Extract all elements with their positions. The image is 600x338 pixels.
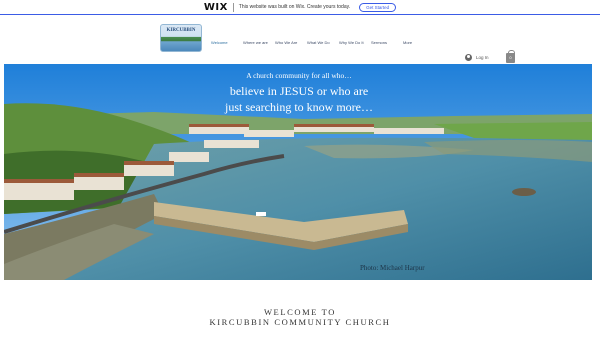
main-nav: Welcome Where we are Who We Are What We …	[211, 40, 435, 45]
wix-divider	[232, 2, 234, 12]
wix-logo[interactable]: WIX	[204, 2, 228, 13]
nav-where-we-are[interactable]: Where we are	[243, 40, 275, 45]
wix-message: This website was built on Wix. Create yo…	[238, 4, 351, 10]
nav-who-we-are[interactable]: Who We Are	[275, 40, 307, 45]
photo-credit: Photo: Michael Harpur	[360, 264, 425, 272]
get-started-button[interactable]: Get Started	[359, 2, 397, 12]
nav-welcome[interactable]: Welcome	[211, 40, 243, 45]
hero-banner: A church community for all who… believe …	[4, 64, 592, 280]
nav-sermons[interactable]: Sermons	[371, 40, 403, 45]
nav-why-we-do-it[interactable]: Why We Do It	[339, 40, 371, 45]
login-link[interactable]: Log In	[465, 54, 489, 61]
user-icon	[465, 54, 472, 61]
login-label: Log In	[476, 55, 489, 60]
nav-more[interactable]: More	[403, 40, 435, 45]
hero-heading-line-1: believe in JESUS or who are	[229, 84, 369, 98]
hero-heading-line-2: just searching to know more…	[225, 100, 373, 114]
nav-what-we-do[interactable]: What We Do	[307, 40, 339, 45]
logo-text: KIRCUBBIN	[166, 28, 196, 33]
hero-tagline: A church community for all who…	[246, 71, 352, 80]
welcome-heading: WELCOME TO	[263, 307, 337, 317]
cart-icon[interactable]: 0	[506, 50, 515, 63]
wix-banner: WIX This website was built on Wix. Creat…	[0, 0, 600, 15]
church-name-heading: KIRCUBBIN COMMUNITY CHURCH	[209, 317, 391, 327]
cart-count: 0	[509, 55, 512, 60]
site-header: KIRCUBBIN Welcome Where we are Who We Ar…	[0, 16, 600, 64]
church-logo[interactable]: KIRCUBBIN	[160, 24, 202, 52]
